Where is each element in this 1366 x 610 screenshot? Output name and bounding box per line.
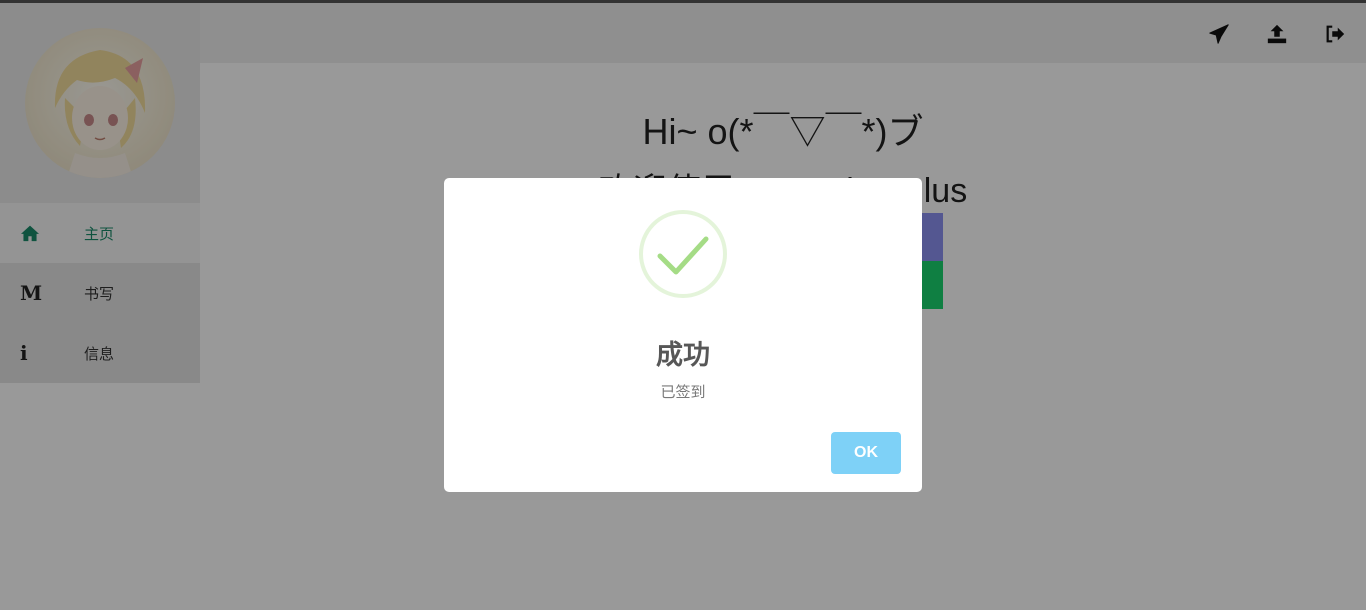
dialog-message: 已签到 [660, 383, 706, 401]
success-dialog: 成功 已签到 OK [444, 178, 922, 492]
app-window: 主页 M 书写 i 信息 Hi~ o(*￣▽￣*)ブ 欢迎使用Hexo Blog… [0, 0, 1366, 610]
ok-button[interactable]: OK [831, 432, 901, 474]
dialog-title: 成功 [656, 340, 710, 371]
check-circle-icon [638, 209, 728, 299]
